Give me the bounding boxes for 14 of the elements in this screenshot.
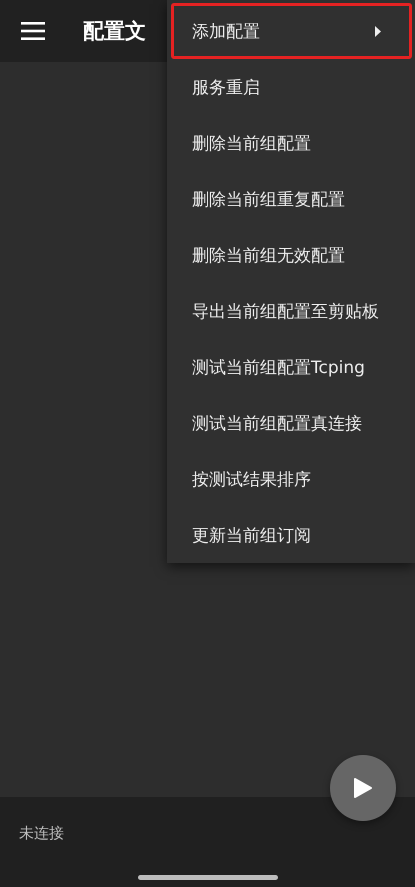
menu-item[interactable]: 测试当前组配置真连接 (171, 395, 412, 451)
menu-item[interactable]: 按测试结果排序 (171, 451, 412, 507)
menu-icon[interactable] (21, 21, 45, 41)
screen-title: 配置文 (83, 18, 146, 45)
menu-item[interactable]: 删除当前组重复配置 (171, 171, 412, 227)
menu-item[interactable]: 服务重启 (171, 59, 412, 115)
menu-item[interactable]: 删除当前组配置 (171, 115, 412, 171)
connection-status: 未连接 (19, 824, 65, 842)
menu-item[interactable]: 更新当前组订阅 (171, 507, 412, 563)
menu-item[interactable]: 删除当前组无效配置 (171, 227, 412, 283)
menu-item[interactable]: 测试当前组配置Tcping (171, 339, 412, 395)
play-icon (353, 777, 373, 799)
menu-item[interactable]: 导出当前组配置至剪贴板 (171, 283, 412, 339)
menu-item[interactable]: 添加配置 (171, 3, 412, 59)
